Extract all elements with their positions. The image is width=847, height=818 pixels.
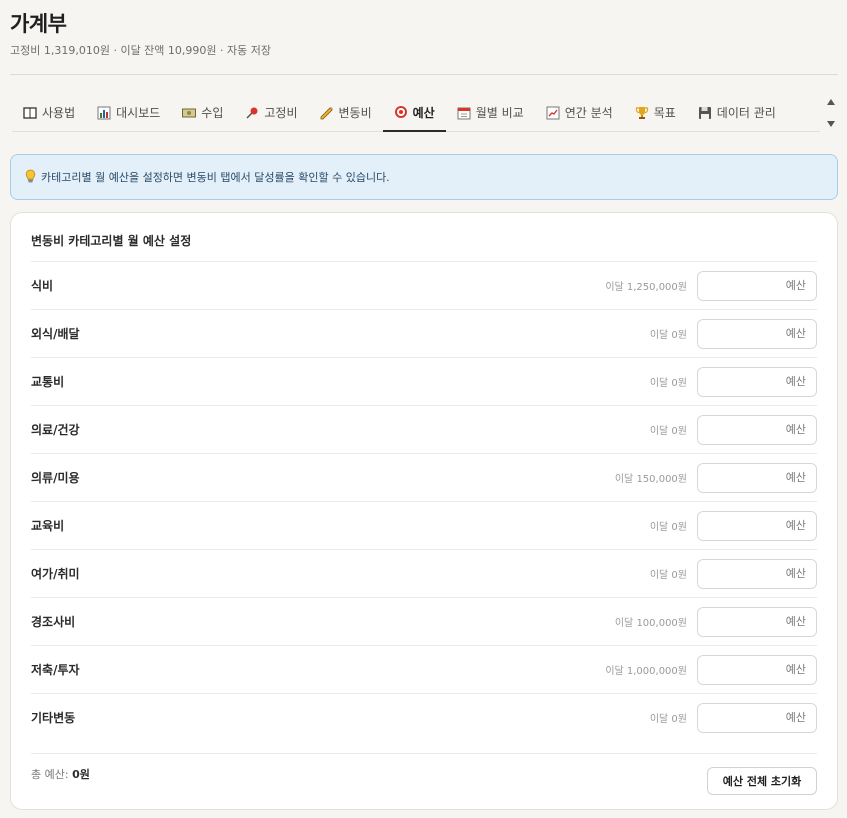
budget-input[interactable] [697, 702, 817, 733]
tab-label: 사용법 [42, 106, 76, 120]
page-title: 가계부 [10, 12, 67, 36]
pushpin-icon [245, 106, 259, 120]
tab-label: 고정비 [264, 106, 298, 120]
monthly-spent: 이달 0원 [649, 714, 687, 725]
card-footer: 총 예산: 0원 예산 전체 초기화 [31, 753, 817, 795]
budget-row: 여가/취미 이달 0원 [31, 549, 817, 597]
tab-dashboard[interactable]: 대시보드 [86, 98, 171, 131]
total-budget: 총 예산: 0원 [31, 766, 90, 782]
category-label: 의류/미용 [31, 471, 80, 485]
book-icon [23, 106, 37, 120]
budget-input[interactable] [697, 366, 817, 397]
tab-label: 변동비 [338, 106, 372, 120]
line-chart-icon [546, 106, 560, 120]
category-label: 교육비 [31, 519, 65, 533]
tab-label: 데이터 관리 [716, 106, 776, 120]
budget-row: 교통비 이달 0원 [31, 357, 817, 405]
trophy-icon [635, 106, 649, 120]
budget-row: 기타변동 이달 0원 [31, 693, 817, 741]
category-label: 의료/건강 [31, 423, 80, 437]
pencil-icon [320, 106, 334, 120]
monthly-spent: 이달 0원 [649, 330, 687, 341]
tab-label: 예산 [412, 105, 435, 120]
budget-input[interactable] [697, 606, 817, 637]
tab-label: 목표 [653, 106, 676, 120]
tab-guide[interactable]: 사용법 [12, 98, 86, 131]
category-label: 외식/배달 [31, 327, 80, 341]
bar-chart-icon [97, 106, 111, 120]
monthly-spent: 이달 0원 [649, 426, 687, 437]
budget-input[interactable] [697, 270, 817, 301]
reset-all-budgets-button[interactable]: 예산 전체 초기화 [707, 766, 817, 795]
info-banner: 카테고리별 월 예산을 설정하면 변동비 탭에서 달성률을 확인할 수 있습니다… [10, 154, 838, 200]
budget-settings-card: 변동비 카테고리별 월 예산 설정 식비이달 1,250,000원외식/배달이달… [10, 212, 838, 810]
tab-data-management[interactable]: 데이터 관리 [687, 98, 787, 131]
tab-label: 연간 분석 [564, 106, 613, 120]
money-icon [182, 106, 197, 120]
header-divider [10, 74, 838, 75]
budget-input[interactable] [697, 462, 817, 493]
tab-bar: 사용법 대시보드 수입 고정비 변동비 예산 월별 비교 연간 분석 목표 데이… [12, 98, 820, 132]
category-label: 기타변동 [31, 711, 76, 725]
budget-list: 식비이달 1,250,000원외식/배달이달 0원교통비이달 0원의료/건강이달… [31, 261, 817, 741]
budget-row: 식비 이달 1,250,000원 [31, 261, 817, 309]
tab-label: 대시보드 [116, 106, 161, 120]
tab-variable-costs[interactable]: 변동비 [309, 98, 383, 131]
category-label: 교통비 [31, 375, 65, 389]
category-label: 여가/취미 [31, 567, 80, 581]
target-icon [394, 105, 408, 119]
budget-input[interactable] [697, 654, 817, 685]
tab-label: 월별 비교 [475, 106, 524, 120]
tab-goals[interactable]: 목표 [624, 98, 687, 131]
monthly-spent: 이달 0원 [649, 378, 687, 389]
tab-monthly-compare[interactable]: 월별 비교 [446, 98, 535, 131]
budget-input[interactable] [697, 318, 817, 349]
floppy-disk-icon [698, 106, 712, 120]
budget-input[interactable] [697, 414, 817, 445]
app-page: 가계부 고정비 1,319,010원 · 이달 잔액 10,990원 · 자동 … [0, 0, 847, 818]
lightbulb-icon [25, 169, 36, 186]
monthly-spent: 이달 1,250,000원 [605, 282, 687, 293]
budget-row: 외식/배달 이달 0원 [31, 309, 817, 357]
tab-income[interactable]: 수입 [171, 98, 234, 131]
scroll-up-icon[interactable] [827, 99, 835, 105]
budget-row: 경조사비 이달 100,000원 [31, 597, 817, 645]
budget-input[interactable] [697, 510, 817, 541]
category-label: 저축/투자 [31, 663, 80, 677]
card-title: 변동비 카테고리별 월 예산 설정 [31, 234, 192, 248]
tab-annual-analysis[interactable]: 연간 분석 [535, 98, 624, 131]
total-budget-label: 총 예산: [31, 767, 69, 781]
budget-row: 의료/건강 이달 0원 [31, 405, 817, 453]
tab-budget[interactable]: 예산 [382, 98, 446, 132]
calendar-icon [457, 106, 471, 120]
info-banner-text: 카테고리별 월 예산을 설정하면 변동비 탭에서 달성률을 확인할 수 있습니다… [41, 171, 390, 184]
budget-row: 의류/미용 이달 150,000원 [31, 453, 817, 501]
monthly-spent: 이달 150,000원 [614, 474, 687, 485]
budget-row: 교육비 이달 0원 [31, 501, 817, 549]
category-label: 경조사비 [31, 615, 76, 629]
monthly-spent: 이달 1,000,000원 [605, 666, 687, 677]
category-label: 식비 [31, 279, 54, 293]
scroll-down-icon[interactable] [827, 121, 835, 127]
monthly-spent: 이달 100,000원 [614, 618, 687, 629]
tab-scroll-buttons [824, 96, 838, 130]
monthly-spent: 이달 0원 [649, 522, 687, 533]
monthly-spent: 이달 0원 [649, 570, 687, 581]
total-budget-value: 0원 [72, 767, 90, 781]
budget-input[interactable] [697, 558, 817, 589]
tab-label: 수입 [201, 106, 224, 120]
tab-fixed-costs[interactable]: 고정비 [234, 98, 308, 131]
page-subtitle: 고정비 1,319,010원 · 이달 잔액 10,990원 · 자동 저장 [10, 44, 271, 57]
budget-row: 저축/투자 이달 1,000,000원 [31, 645, 817, 693]
